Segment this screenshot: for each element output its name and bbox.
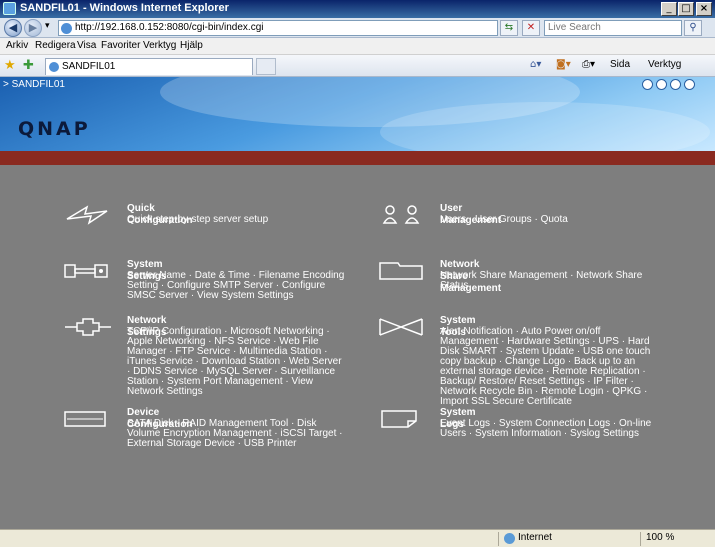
item-desc[interactable]: SATA Disk · RAID Management Tool · Disk … xyxy=(127,419,347,449)
menu-bar: Arkiv Redigera Visa Favoriter Verktyg Hj… xyxy=(0,38,715,55)
feeds-icon[interactable]: ◙▾ xyxy=(556,59,571,70)
refresh-button[interactable]: ⇆ xyxy=(500,20,518,36)
search-input[interactable]: Live Search xyxy=(544,20,682,36)
network-plug-icon xyxy=(63,315,113,339)
red-divider xyxy=(0,151,715,165)
item-desc[interactable]: Event Logs · System Connection Logs · On… xyxy=(440,419,660,439)
minimize-button[interactable]: _ xyxy=(661,2,677,16)
item-desc[interactable]: Users · User Groups · Quota xyxy=(440,215,660,225)
history-dropdown-icon[interactable]: ▾ xyxy=(45,21,50,31)
search-icon[interactable]: ⚲ xyxy=(684,20,702,36)
favorites-star-icon[interactable]: ★ xyxy=(4,58,16,73)
address-url: http://192.168.0.152:8080/cgi-bin/index.… xyxy=(75,22,264,33)
forward-button[interactable]: ▶ xyxy=(24,19,42,37)
log-document-icon xyxy=(376,407,426,431)
item-desc[interactable]: Server Name · Date & Time · Filename Enc… xyxy=(127,271,347,301)
tab-toolbar: ★ ✚ SANDFIL01 ⌂▾ ◙▾ ⎙▾ Sida Verktyg xyxy=(0,55,715,77)
menu-arkiv[interactable]: Arkiv xyxy=(6,40,28,51)
lightning-icon xyxy=(63,203,113,227)
page-content: > SANDFIL01 QNAP Quick Configuration Qui… xyxy=(0,77,715,529)
close-button[interactable]: × xyxy=(696,2,712,16)
breadcrumb: > SANDFIL01 xyxy=(3,79,65,90)
search-placeholder: Live Search xyxy=(548,22,601,33)
header-banner: > SANDFIL01 QNAP xyxy=(0,77,715,162)
menu-redigera[interactable]: Redigera xyxy=(35,40,76,51)
item-desc[interactable]: TCP/IP Configuration · Microsoft Network… xyxy=(127,327,347,397)
menu-verktyg[interactable]: Verktyg xyxy=(143,40,176,51)
item-desc[interactable]: Network Share Management · Network Share… xyxy=(440,271,660,291)
disk-drive-icon xyxy=(63,407,113,431)
page-icon xyxy=(61,23,72,34)
ie-app-icon xyxy=(3,2,16,15)
home-icon[interactable]: ⌂▾ xyxy=(530,59,541,70)
window-titlebar: SANDFIL01 - Windows Internet Explorer _ … xyxy=(0,0,715,18)
zoom-level[interactable]: 100 % xyxy=(646,532,674,543)
security-zone[interactable]: Internet xyxy=(518,532,552,543)
item-desc[interactable]: Quick step-by-step server setup xyxy=(127,215,347,225)
page-menu[interactable]: Sida xyxy=(610,59,630,70)
window-title: SANDFIL01 - Windows Internet Explorer xyxy=(20,2,229,14)
qnap-logo: QNAP xyxy=(18,118,91,140)
wrench-icon xyxy=(63,259,113,283)
menu-favoriter[interactable]: Favoriter xyxy=(101,40,140,51)
address-bar[interactable]: http://192.168.0.152:8080/cgi-bin/index.… xyxy=(58,20,498,36)
internet-zone-icon xyxy=(504,533,515,544)
help-icon[interactable] xyxy=(670,79,681,90)
maximize-button[interactable]: □ xyxy=(678,2,694,16)
print-icon[interactable]: ⎙▾ xyxy=(582,59,595,70)
address-toolbar: ◀ ▶ ▾ http://192.168.0.152:8080/cgi-bin/… xyxy=(0,18,715,38)
tab-page-icon xyxy=(49,62,59,72)
logout-icon[interactable] xyxy=(684,79,695,90)
tab-label: SANDFIL01 xyxy=(62,61,116,72)
menu-visa[interactable]: Visa xyxy=(77,40,96,51)
tools-menu[interactable]: Verktyg xyxy=(648,59,681,70)
stop-button[interactable]: ✕ xyxy=(522,20,540,36)
folder-icon xyxy=(376,259,426,283)
up-icon[interactable] xyxy=(642,79,653,90)
users-icon xyxy=(376,203,426,227)
menu-hjalp[interactable]: Hjälp xyxy=(180,40,203,51)
new-tab-button[interactable] xyxy=(256,58,276,75)
back-button[interactable]: ◀ xyxy=(4,19,22,37)
status-bar: Internet 100 % xyxy=(0,529,715,547)
tab-sandfil01[interactable]: SANDFIL01 xyxy=(45,58,253,75)
item-desc[interactable]: Alert Notification · Auto Power on/off M… xyxy=(440,327,660,407)
add-favorite-icon[interactable]: ✚ xyxy=(23,58,34,73)
tools-icon xyxy=(376,315,426,339)
home-page-icon[interactable] xyxy=(656,79,667,90)
